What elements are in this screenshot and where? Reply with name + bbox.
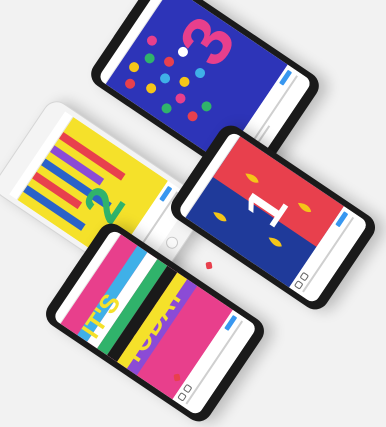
heart-icon[interactable] [177, 391, 187, 402]
notification-badge [205, 261, 213, 270]
comment-icon[interactable] [182, 383, 193, 394]
comment-icon[interactable] [299, 271, 310, 282]
product-mockup-scene: 3 2 1 IT'S TODAY [0, 0, 386, 427]
notification-badge [173, 373, 181, 382]
heart-icon[interactable] [293, 280, 304, 290]
